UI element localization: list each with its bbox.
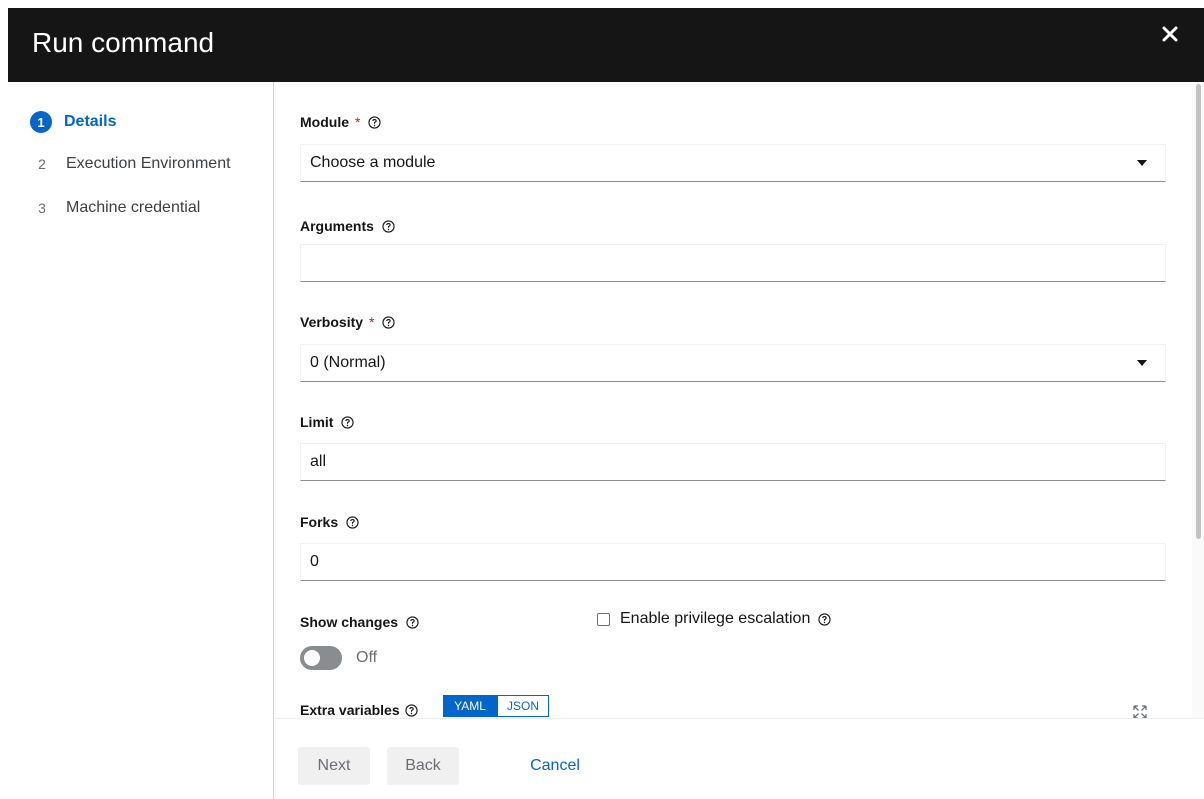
caret-down-icon — [1137, 160, 1147, 166]
verbosity-select-value: 0 (Normal) — [310, 354, 386, 371]
privilege-escalation-row: Enable privilege escalation — [597, 610, 831, 628]
question-circle-icon[interactable] — [368, 115, 382, 129]
wizard-footer: Next Back Cancel — [275, 718, 1204, 799]
module-select[interactable]: Choose a module — [300, 144, 1166, 182]
arguments-input[interactable] — [300, 244, 1166, 282]
question-circle-icon[interactable] — [404, 703, 418, 717]
question-circle-icon[interactable] — [341, 415, 355, 429]
toggle-knob — [304, 650, 320, 666]
scrollbar-thumb[interactable] — [1196, 84, 1201, 539]
arguments-label-text: Arguments — [300, 218, 374, 234]
next-button[interactable]: Next — [298, 747, 370, 785]
wizard-step-machine-credential[interactable]: 3 Machine credential — [30, 196, 200, 220]
wizard-step-details[interactable]: 1 Details — [30, 111, 116, 133]
forks-label-text: Forks — [300, 514, 339, 530]
question-circle-icon[interactable] — [382, 219, 395, 233]
verbosity-label: Verbosity * — [300, 314, 396, 330]
question-circle-icon[interactable] — [406, 615, 419, 629]
step-label: Execution Environment — [66, 155, 231, 172]
question-circle-icon[interactable] — [382, 315, 396, 329]
verbosity-label-text: Verbosity — [300, 314, 364, 330]
modal-title: Run command — [32, 27, 215, 58]
privilege-escalation-label: Enable privilege escalation — [620, 610, 811, 627]
caret-down-icon — [1137, 360, 1147, 366]
toggle-state-text: Off — [356, 649, 378, 666]
close-icon[interactable] — [1158, 22, 1182, 46]
required-mark: * — [369, 314, 375, 330]
show-changes-label: Show changes — [300, 614, 419, 630]
json-toggle-button[interactable]: JSON — [497, 695, 549, 717]
limit-input-value: all — [310, 453, 327, 470]
limit-input[interactable]: all — [300, 443, 1166, 481]
extra-variables-label: Extra variables — [300, 702, 418, 718]
cancel-button[interactable]: Cancel — [515, 747, 595, 785]
show-changes-label-text: Show changes — [300, 614, 399, 630]
module-select-value: Choose a module — [310, 154, 436, 171]
yaml-toggle-button[interactable]: YAML — [443, 695, 497, 717]
step-number: 1 — [30, 111, 52, 133]
modal-header: Run command — [8, 8, 1204, 82]
question-circle-icon[interactable] — [818, 612, 831, 626]
required-mark: * — [355, 114, 361, 130]
step-number: 3 — [38, 200, 46, 216]
show-changes-toggle-row: Off — [300, 646, 377, 670]
scrollbar[interactable] — [1192, 82, 1204, 718]
limit-label-text: Limit — [300, 414, 334, 430]
forks-input-value: 0 — [310, 553, 319, 570]
arguments-label: Arguments — [300, 218, 395, 234]
verbosity-select[interactable]: 0 (Normal) — [300, 344, 1166, 382]
forks-label: Forks — [300, 514, 359, 530]
show-changes-toggle[interactable] — [300, 646, 342, 670]
back-button[interactable]: Back — [387, 747, 459, 785]
wizard-step-execution-environment[interactable]: 2 Execution Environment — [30, 152, 231, 176]
module-label: Module * — [300, 114, 382, 130]
step-label: Details — [64, 113, 117, 130]
privilege-escalation-checkbox[interactable] — [597, 612, 610, 626]
wizard-nav: 1 Details 2 Execution Environment 3 Mach… — [8, 82, 274, 799]
question-circle-icon[interactable] — [346, 515, 359, 529]
form-content: Module * Choose a module Arguments Verbo… — [275, 82, 1192, 718]
module-label-text: Module — [300, 114, 349, 130]
extra-variables-label-text: Extra variables — [300, 702, 400, 718]
step-number: 2 — [38, 156, 46, 172]
expand-icon[interactable] — [1133, 705, 1147, 718]
limit-label: Limit — [300, 414, 355, 430]
forks-input[interactable]: 0 — [300, 543, 1166, 581]
step-label: Machine credential — [66, 199, 201, 216]
